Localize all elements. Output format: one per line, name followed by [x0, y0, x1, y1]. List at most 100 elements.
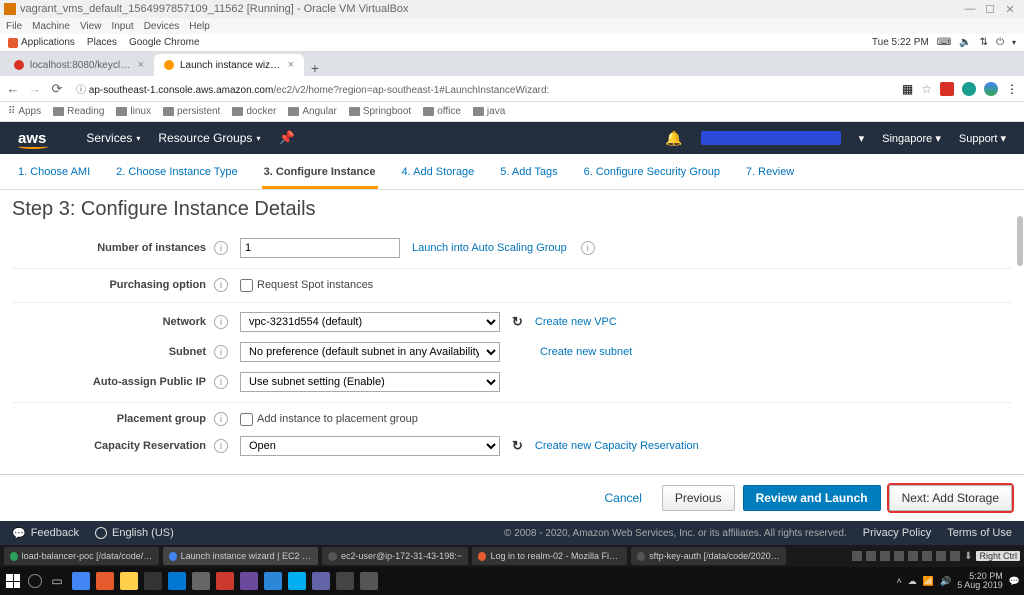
task-intellij[interactable]: load-balancer-poc [/data/code/Resea... [4, 547, 159, 565]
vb-menu-devices[interactable]: Devices [144, 21, 180, 32]
info-icon[interactable]: i [214, 241, 228, 255]
info-icon[interactable]: i [581, 241, 595, 255]
outlook-taskbar-icon[interactable] [264, 572, 282, 590]
tab-keycloak[interactable]: localhost:8080/keycloak/... × [4, 54, 154, 76]
bookmark-star-icon[interactable]: ☆ [921, 82, 932, 96]
bookmark-linux[interactable]: linux [116, 106, 151, 117]
task-view-icon[interactable]: ▭ [48, 572, 66, 590]
firefox-taskbar-icon[interactable] [96, 572, 114, 590]
ubuntu-applications[interactable]: Applications [21, 37, 75, 48]
vb-mouse-icon[interactable] [950, 551, 960, 561]
close-icon[interactable]: × [288, 59, 294, 71]
bookmark-angular[interactable]: Angular [288, 106, 336, 117]
new-subnet-link[interactable]: Create new subnet [540, 346, 632, 358]
info-icon[interactable]: i [214, 439, 228, 453]
terminal-taskbar-icon[interactable] [144, 572, 162, 590]
info-icon[interactable]: i [214, 345, 228, 359]
wifi-icon[interactable]: 📶 [923, 576, 934, 587]
vb-menu-file[interactable]: File [6, 21, 22, 32]
task-chrome[interactable]: Launch instance wizard | EC2 Manag... [163, 547, 318, 565]
pin-icon[interactable]: 📌 [278, 130, 294, 146]
previous-button[interactable]: Previous [662, 485, 735, 511]
forward-button[interactable]: → [28, 81, 42, 96]
step-security-group[interactable]: 6. Configure Security Group [582, 162, 722, 189]
tab-aws[interactable]: Launch instance wizard | E... × [154, 54, 304, 76]
app-taskbar-icon[interactable] [192, 572, 210, 590]
activities-icon[interactable] [8, 38, 18, 48]
vb-shared-icon[interactable] [908, 551, 918, 561]
new-capacity-link[interactable]: Create new Capacity Reservation [535, 440, 699, 452]
volume-icon[interactable]: 🔊 [940, 576, 951, 587]
resource-groups-menu[interactable]: Resource Groups▾ [158, 131, 260, 145]
task-intellij-2[interactable]: sftp-key-auth [/data/code/2020/Teli... [631, 547, 786, 565]
qr-icon[interactable]: ▦ [902, 82, 913, 96]
asg-link[interactable]: Launch into Auto Scaling Group [412, 242, 567, 254]
vb-display-icon[interactable] [922, 551, 932, 561]
placement-checkbox[interactable]: Add instance to placement group [240, 413, 418, 426]
privacy-link[interactable]: Privacy Policy [863, 527, 931, 539]
vb-optical-icon[interactable] [866, 551, 876, 561]
bookmark-reading[interactable]: Reading [53, 106, 104, 117]
bookmark-persistent[interactable]: persistent [163, 106, 220, 117]
skype-taskbar-icon[interactable] [288, 572, 306, 590]
vb-menu-input[interactable]: Input [111, 21, 133, 32]
cancel-button[interactable]: Cancel [593, 485, 654, 511]
extension-icon[interactable] [962, 82, 976, 96]
maximize-button[interactable]: ☐ [980, 3, 1000, 16]
clock[interactable]: 5:20 PM 5 Aug 2019 [957, 572, 1003, 590]
ubuntu-places[interactable]: Places [87, 37, 117, 48]
new-vpc-link[interactable]: Create new VPC [535, 316, 617, 328]
capacity-select[interactable]: Open [240, 436, 500, 456]
refresh-icon[interactable]: ↻ [512, 438, 523, 454]
vb-usb-icon[interactable] [894, 551, 904, 561]
url-field[interactable]: ⓘ ap-southeast-1.console.aws.amazon.com/… [76, 81, 894, 96]
vb-rec-icon[interactable] [936, 551, 946, 561]
extension-icon[interactable] [940, 82, 954, 96]
network-select[interactable]: vpc-3231d554 (default) [240, 312, 500, 332]
bookmark-apps[interactable]: ⠿ Apps [8, 106, 41, 117]
vb-menu-help[interactable]: Help [189, 21, 210, 32]
keyboard-icon[interactable]: ⌨ [937, 37, 951, 48]
info-icon[interactable]: i [214, 278, 228, 292]
vb-disk-icon[interactable] [852, 551, 862, 561]
chrome-menu-icon[interactable]: ⋮ [1006, 82, 1018, 96]
profile-avatar[interactable] [984, 82, 998, 96]
power-icon[interactable]: ⏻ [996, 37, 1004, 48]
chrome-taskbar-icon[interactable] [72, 572, 90, 590]
terms-link[interactable]: Terms of Use [947, 527, 1012, 539]
step-review[interactable]: 7. Review [744, 162, 796, 189]
bookmark-docker[interactable]: docker [232, 106, 276, 117]
vb-menu-machine[interactable]: Machine [32, 21, 70, 32]
new-tab-button[interactable]: + [304, 60, 326, 76]
app-taskbar-icon[interactable] [360, 572, 378, 590]
explorer-taskbar-icon[interactable] [120, 572, 138, 590]
subnet-select[interactable]: No preference (default subnet in any Ava… [240, 342, 500, 362]
refresh-icon[interactable]: ↻ [512, 314, 523, 330]
vb-net-icon[interactable] [880, 551, 890, 561]
bookmark-java[interactable]: java [473, 106, 505, 117]
network-icon[interactable]: ⇅ [980, 37, 988, 48]
cortana-icon[interactable] [28, 574, 42, 588]
minimize-button[interactable]: — [960, 3, 980, 15]
vb-menu-view[interactable]: View [80, 21, 102, 32]
ubuntu-active-app[interactable]: Google Chrome [129, 37, 200, 48]
spot-checkbox[interactable]: Request Spot instances [240, 279, 373, 292]
back-button[interactable]: ← [6, 81, 20, 96]
step-configure-instance[interactable]: 3. Configure Instance [262, 162, 378, 189]
close-icon[interactable]: × [138, 59, 144, 71]
review-launch-button[interactable]: Review and Launch [743, 485, 881, 511]
virtualbox-taskbar-icon[interactable] [216, 572, 234, 590]
num-instances-input[interactable] [240, 238, 400, 258]
task-firefox[interactable]: Log in to realm-02 - Mozilla Firefox [472, 547, 627, 565]
app-taskbar-icon[interactable] [240, 572, 258, 590]
app-taskbar-icon[interactable] [336, 572, 354, 590]
next-add-storage-button[interactable]: Next: Add Storage [889, 485, 1012, 511]
system-menu-icon[interactable]: ▾ [1012, 38, 1016, 47]
language-menu[interactable]: English (US) [95, 527, 174, 539]
step-instance-type[interactable]: 2. Choose Instance Type [114, 162, 240, 189]
account-menu[interactable] [701, 131, 841, 145]
info-icon[interactable]: i [214, 412, 228, 426]
bell-icon[interactable]: 🔔 [665, 130, 682, 147]
step-choose-ami[interactable]: 1. Choose AMI [16, 162, 92, 189]
close-button[interactable]: ✕ [1000, 3, 1020, 16]
